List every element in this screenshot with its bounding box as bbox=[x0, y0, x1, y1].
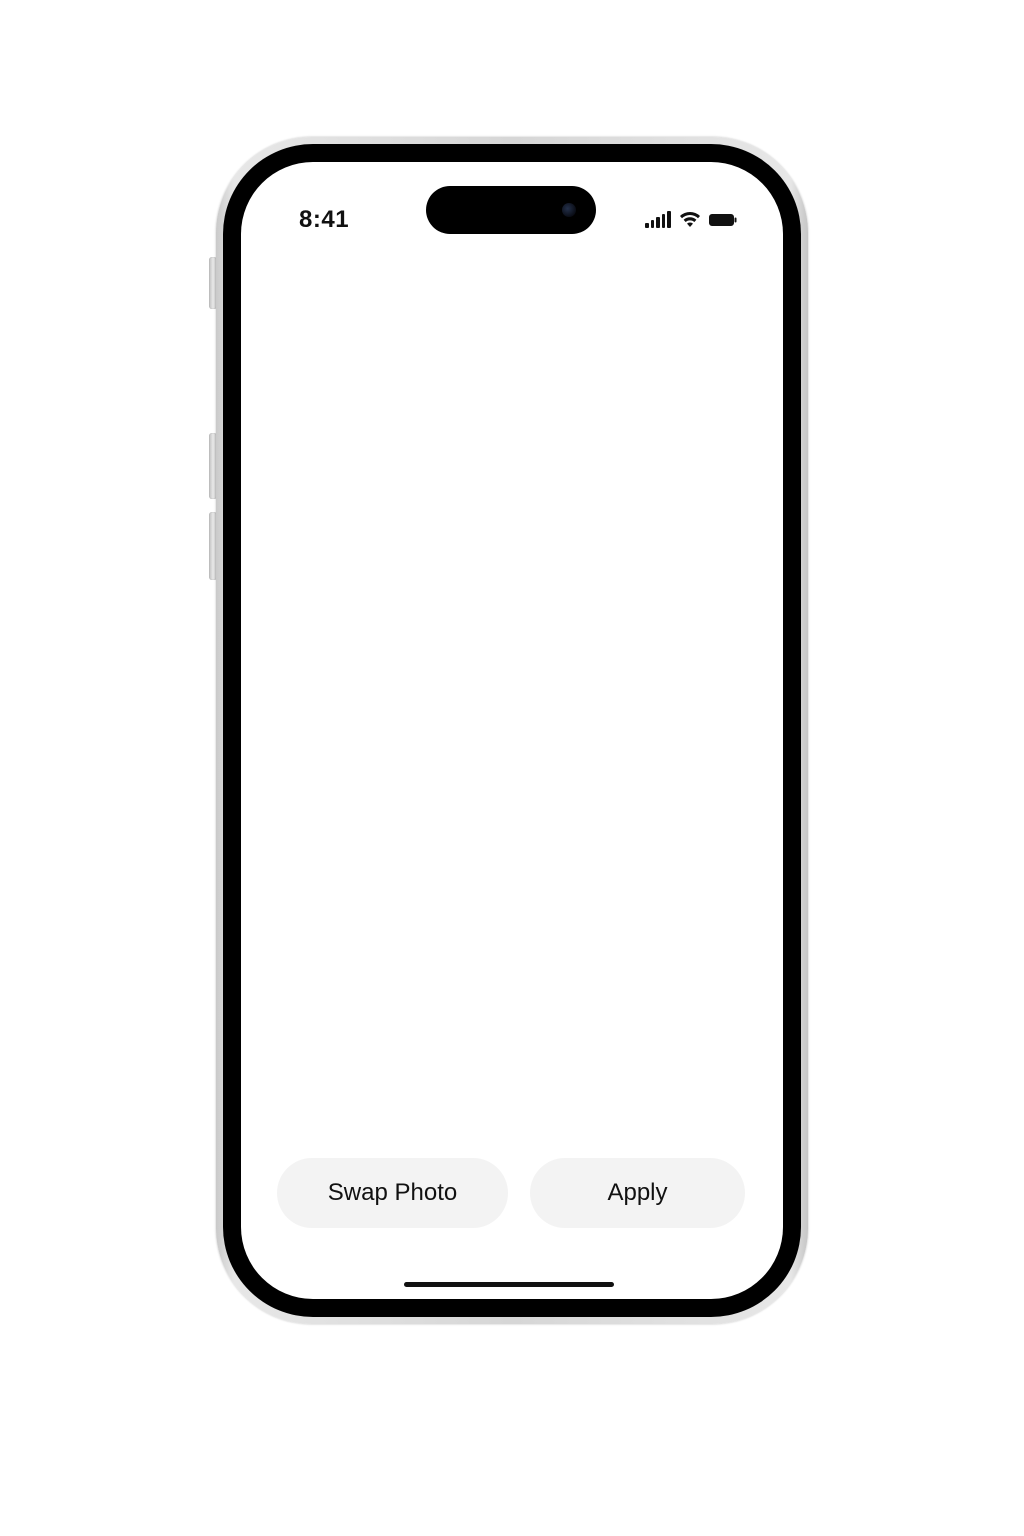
status-icons bbox=[645, 208, 737, 228]
apply-button[interactable]: Apply bbox=[530, 1158, 745, 1228]
wifi-icon bbox=[679, 210, 701, 228]
swap-photo-button[interactable]: Swap Photo bbox=[277, 1158, 508, 1228]
status-time: 8:41 bbox=[299, 206, 350, 233]
device-mockup: 8:41 Swap Photo Apply bbox=[0, 0, 1024, 1536]
phone-frame: 8:41 Swap Photo Apply bbox=[216, 137, 808, 1324]
phone-bezel: 8:41 Swap Photo Apply bbox=[223, 144, 801, 1317]
front-camera-icon bbox=[562, 203, 576, 217]
home-indicator[interactable] bbox=[404, 1282, 614, 1287]
cellular-signal-icon bbox=[645, 210, 671, 228]
battery-icon bbox=[708, 212, 737, 228]
dynamic-island bbox=[426, 186, 596, 234]
phone-screen: 8:41 Swap Photo Apply bbox=[241, 162, 783, 1299]
